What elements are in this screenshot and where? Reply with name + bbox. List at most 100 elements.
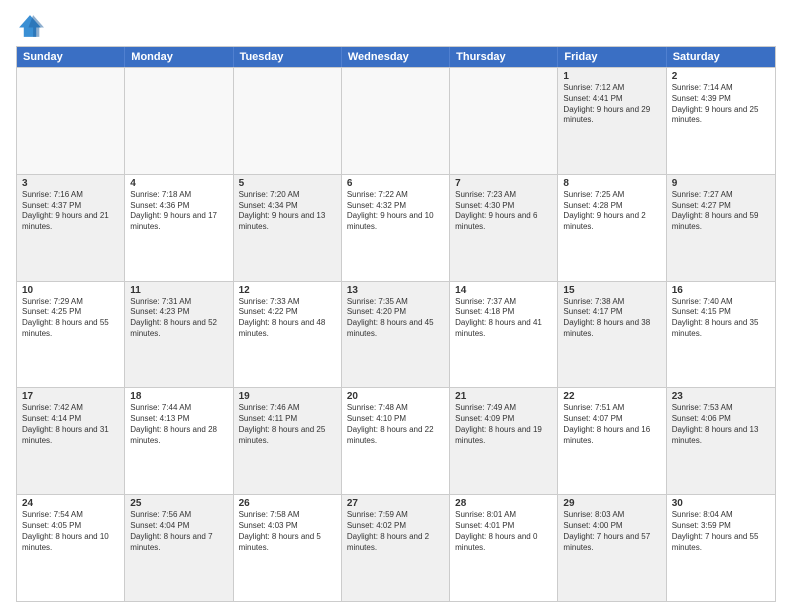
calendar-cell-17: 17Sunrise: 7:42 AM Sunset: 4:14 PM Dayli… [17,388,125,494]
calendar-cell-empty-0 [17,68,125,174]
calendar-row-4: 24Sunrise: 7:54 AM Sunset: 4:05 PM Dayli… [17,494,775,601]
calendar-cell-5: 5Sunrise: 7:20 AM Sunset: 4:34 PM Daylig… [234,175,342,281]
day-number: 7 [455,178,552,189]
day-number: 23 [672,391,770,402]
day-number: 10 [22,285,119,296]
day-info: Sunrise: 7:53 AM Sunset: 4:06 PM Dayligh… [672,403,770,446]
day-number: 4 [130,178,227,189]
day-info: Sunrise: 8:03 AM Sunset: 4:00 PM Dayligh… [563,510,660,553]
day-info: Sunrise: 7:25 AM Sunset: 4:28 PM Dayligh… [563,190,660,233]
day-of-week-tuesday: Tuesday [234,47,342,67]
day-number: 3 [22,178,119,189]
day-info: Sunrise: 7:31 AM Sunset: 4:23 PM Dayligh… [130,297,227,340]
calendar-cell-28: 28Sunrise: 8:01 AM Sunset: 4:01 PM Dayli… [450,495,558,601]
calendar-cell-14: 14Sunrise: 7:37 AM Sunset: 4:18 PM Dayli… [450,282,558,388]
day-number: 22 [563,391,660,402]
calendar-cell-22: 22Sunrise: 7:51 AM Sunset: 4:07 PM Dayli… [558,388,666,494]
calendar-body: 1Sunrise: 7:12 AM Sunset: 4:41 PM Daylig… [17,67,775,601]
day-number: 12 [239,285,336,296]
day-number: 27 [347,498,444,509]
day-number: 5 [239,178,336,189]
day-info: Sunrise: 7:51 AM Sunset: 4:07 PM Dayligh… [563,403,660,446]
calendar-cell-12: 12Sunrise: 7:33 AM Sunset: 4:22 PM Dayli… [234,282,342,388]
calendar-cell-7: 7Sunrise: 7:23 AM Sunset: 4:30 PM Daylig… [450,175,558,281]
day-number: 13 [347,285,444,296]
calendar-cell-empty-3 [342,68,450,174]
day-info: Sunrise: 7:27 AM Sunset: 4:27 PM Dayligh… [672,190,770,233]
calendar-cell-16: 16Sunrise: 7:40 AM Sunset: 4:15 PM Dayli… [667,282,775,388]
day-number: 25 [130,498,227,509]
day-info: Sunrise: 7:56 AM Sunset: 4:04 PM Dayligh… [130,510,227,553]
calendar-cell-8: 8Sunrise: 7:25 AM Sunset: 4:28 PM Daylig… [558,175,666,281]
day-of-week-monday: Monday [125,47,233,67]
calendar-cell-11: 11Sunrise: 7:31 AM Sunset: 4:23 PM Dayli… [125,282,233,388]
calendar-cell-empty-1 [125,68,233,174]
day-info: Sunrise: 7:54 AM Sunset: 4:05 PM Dayligh… [22,510,119,553]
calendar-cell-26: 26Sunrise: 7:58 AM Sunset: 4:03 PM Dayli… [234,495,342,601]
day-of-week-friday: Friday [558,47,666,67]
calendar-cell-1: 1Sunrise: 7:12 AM Sunset: 4:41 PM Daylig… [558,68,666,174]
day-number: 8 [563,178,660,189]
day-info: Sunrise: 7:37 AM Sunset: 4:18 PM Dayligh… [455,297,552,340]
day-number: 21 [455,391,552,402]
calendar-row-0: 1Sunrise: 7:12 AM Sunset: 4:41 PM Daylig… [17,67,775,174]
calendar-cell-23: 23Sunrise: 7:53 AM Sunset: 4:06 PM Dayli… [667,388,775,494]
day-number: 9 [672,178,770,189]
day-number: 29 [563,498,660,509]
calendar-cell-13: 13Sunrise: 7:35 AM Sunset: 4:20 PM Dayli… [342,282,450,388]
day-number: 28 [455,498,552,509]
calendar-cell-9: 9Sunrise: 7:27 AM Sunset: 4:27 PM Daylig… [667,175,775,281]
day-number: 14 [455,285,552,296]
calendar-cell-19: 19Sunrise: 7:46 AM Sunset: 4:11 PM Dayli… [234,388,342,494]
day-of-week-wednesday: Wednesday [342,47,450,67]
calendar: SundayMondayTuesdayWednesdayThursdayFrid… [16,46,776,602]
calendar-row-1: 3Sunrise: 7:16 AM Sunset: 4:37 PM Daylig… [17,174,775,281]
day-info: Sunrise: 7:48 AM Sunset: 4:10 PM Dayligh… [347,403,444,446]
day-number: 2 [672,71,770,82]
calendar-cell-25: 25Sunrise: 7:56 AM Sunset: 4:04 PM Dayli… [125,495,233,601]
calendar-row-3: 17Sunrise: 7:42 AM Sunset: 4:14 PM Dayli… [17,387,775,494]
day-info: Sunrise: 8:04 AM Sunset: 3:59 PM Dayligh… [672,510,770,553]
logo [16,12,48,40]
day-info: Sunrise: 7:20 AM Sunset: 4:34 PM Dayligh… [239,190,336,233]
day-info: Sunrise: 7:38 AM Sunset: 4:17 PM Dayligh… [563,297,660,340]
logo-icon [16,12,44,40]
day-info: Sunrise: 7:14 AM Sunset: 4:39 PM Dayligh… [672,83,770,126]
day-info: Sunrise: 7:59 AM Sunset: 4:02 PM Dayligh… [347,510,444,553]
calendar-cell-2: 2Sunrise: 7:14 AM Sunset: 4:39 PM Daylig… [667,68,775,174]
day-info: Sunrise: 7:44 AM Sunset: 4:13 PM Dayligh… [130,403,227,446]
page: SundayMondayTuesdayWednesdayThursdayFrid… [0,0,792,612]
calendar-cell-30: 30Sunrise: 8:04 AM Sunset: 3:59 PM Dayli… [667,495,775,601]
calendar-row-2: 10Sunrise: 7:29 AM Sunset: 4:25 PM Dayli… [17,281,775,388]
day-number: 20 [347,391,444,402]
calendar-cell-18: 18Sunrise: 7:44 AM Sunset: 4:13 PM Dayli… [125,388,233,494]
day-info: Sunrise: 8:01 AM Sunset: 4:01 PM Dayligh… [455,510,552,553]
day-info: Sunrise: 7:18 AM Sunset: 4:36 PM Dayligh… [130,190,227,233]
calendar-cell-10: 10Sunrise: 7:29 AM Sunset: 4:25 PM Dayli… [17,282,125,388]
calendar-cell-empty-4 [450,68,558,174]
day-number: 1 [563,71,660,82]
calendar-cell-4: 4Sunrise: 7:18 AM Sunset: 4:36 PM Daylig… [125,175,233,281]
calendar-cell-3: 3Sunrise: 7:16 AM Sunset: 4:37 PM Daylig… [17,175,125,281]
header [16,12,776,40]
day-info: Sunrise: 7:33 AM Sunset: 4:22 PM Dayligh… [239,297,336,340]
day-number: 24 [22,498,119,509]
day-info: Sunrise: 7:23 AM Sunset: 4:30 PM Dayligh… [455,190,552,233]
day-of-week-thursday: Thursday [450,47,558,67]
day-number: 30 [672,498,770,509]
day-info: Sunrise: 7:42 AM Sunset: 4:14 PM Dayligh… [22,403,119,446]
calendar-cell-15: 15Sunrise: 7:38 AM Sunset: 4:17 PM Dayli… [558,282,666,388]
day-number: 18 [130,391,227,402]
calendar-cell-29: 29Sunrise: 8:03 AM Sunset: 4:00 PM Dayli… [558,495,666,601]
day-info: Sunrise: 7:58 AM Sunset: 4:03 PM Dayligh… [239,510,336,553]
day-info: Sunrise: 7:40 AM Sunset: 4:15 PM Dayligh… [672,297,770,340]
day-info: Sunrise: 7:29 AM Sunset: 4:25 PM Dayligh… [22,297,119,340]
day-number: 6 [347,178,444,189]
day-of-week-saturday: Saturday [667,47,775,67]
calendar-cell-6: 6Sunrise: 7:22 AM Sunset: 4:32 PM Daylig… [342,175,450,281]
calendar-header: SundayMondayTuesdayWednesdayThursdayFrid… [17,47,775,67]
day-of-week-sunday: Sunday [17,47,125,67]
day-number: 16 [672,285,770,296]
day-number: 15 [563,285,660,296]
calendar-cell-20: 20Sunrise: 7:48 AM Sunset: 4:10 PM Dayli… [342,388,450,494]
